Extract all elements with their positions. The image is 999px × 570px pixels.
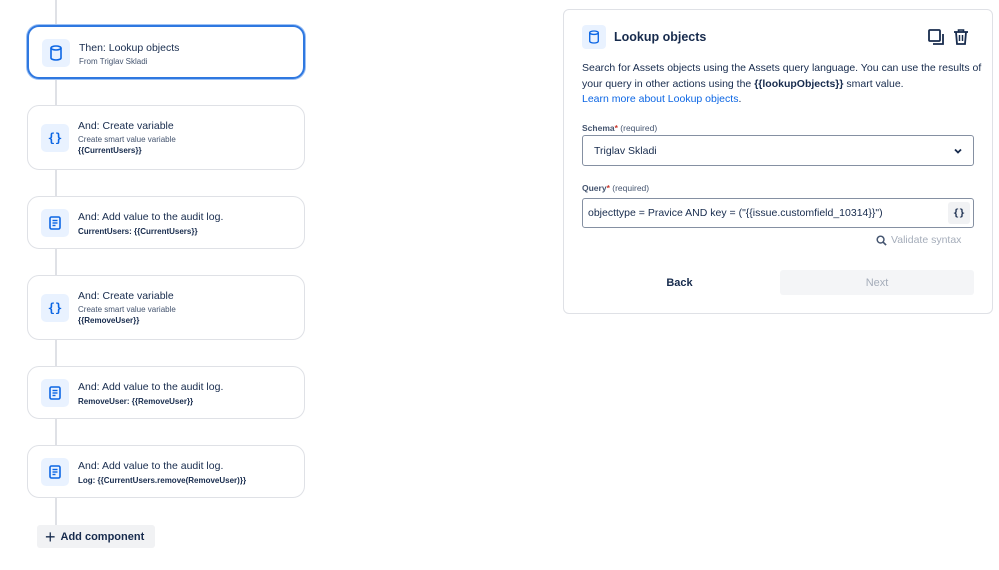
trash-icon[interactable] xyxy=(950,26,972,48)
learn-more-period: . xyxy=(738,93,742,105)
flow-card-audit-log-remove-result[interactable]: And: Add value to the audit log. Log: {{… xyxy=(27,445,305,498)
required-text: (required) xyxy=(620,123,658,133)
smart-value-name: {{lookupObjects}} xyxy=(754,77,844,90)
schema-selected-value: Triglav Skladi xyxy=(594,144,657,157)
card-title: And: Create variable xyxy=(78,290,174,302)
schema-select[interactable]: Triglav Skladi xyxy=(582,135,974,166)
database-icon xyxy=(42,39,70,67)
card-title: And: Add value to the audit log. xyxy=(78,460,224,472)
card-subtitle: Create smart value variable xyxy=(78,305,176,314)
description-text-end: smart value. xyxy=(843,77,904,90)
card-detail: {{CurrentUsers}} xyxy=(78,146,142,155)
add-component-button[interactable]: + Add component xyxy=(37,525,155,548)
audit-log-icon xyxy=(41,458,69,486)
audit-log-icon xyxy=(41,379,69,407)
card-title: Then: Lookup objects xyxy=(79,42,180,54)
required-asterisk: * xyxy=(614,123,618,133)
panel-description: Search for Assets objects using the Asse… xyxy=(582,61,982,108)
card-detail: {{RemoveUser}} xyxy=(78,316,140,325)
schema-label-text: Schema xyxy=(582,123,615,133)
query-input[interactable]: objecttype = Pravice AND key = ("{{issue… xyxy=(582,198,974,228)
audit-log-icon xyxy=(41,209,69,237)
card-detail: CurrentUsers: {{CurrentUsers}} xyxy=(78,227,198,236)
braces-icon: {} xyxy=(41,124,69,152)
learn-more-link[interactable]: Learn more about Lookup objects xyxy=(582,93,738,105)
lookup-objects-panel: Lookup objects Search for Assets objects… xyxy=(563,9,993,314)
insert-smart-value-button[interactable]: {} xyxy=(948,202,970,224)
flow-card-create-variable-current-users[interactable]: {} And: Create variable Create smart val… xyxy=(27,105,305,170)
add-component-label: Add component xyxy=(60,530,145,543)
card-detail: RemoveUser: {{RemoveUser}} xyxy=(78,397,194,406)
chevron-down-icon xyxy=(952,145,964,160)
card-subtitle: Create smart value variable xyxy=(78,135,176,144)
flow-card-audit-log-current-users[interactable]: And: Add value to the audit log. Current… xyxy=(27,196,305,249)
schema-label: Schema* (required) xyxy=(582,123,657,133)
database-icon xyxy=(582,25,606,49)
flow-card-lookup-objects[interactable]: Then: Lookup objects From Triglav Skladi xyxy=(27,25,305,79)
back-button[interactable]: Back xyxy=(582,270,777,295)
next-button[interactable]: Next xyxy=(780,270,974,295)
validate-syntax-label: Validate syntax xyxy=(891,234,962,246)
validate-syntax-button[interactable]: Validate syntax xyxy=(876,234,961,246)
duplicate-icon[interactable] xyxy=(925,26,947,48)
plus-icon: + xyxy=(45,526,56,547)
card-title: And: Add value to the audit log. xyxy=(78,381,224,393)
search-icon xyxy=(876,234,887,246)
card-detail: Log: {{CurrentUsers.remove(RemoveUser)}} xyxy=(78,476,247,485)
flow-card-create-variable-remove-user[interactable]: {} And: Create variable Create smart val… xyxy=(27,275,305,340)
card-title: And: Add value to the audit log. xyxy=(78,211,224,223)
card-title: And: Create variable xyxy=(78,120,174,132)
query-input-value: objecttype = Pravice AND key = ("{{issue… xyxy=(588,207,883,219)
required-asterisk: * xyxy=(606,183,610,193)
panel-title: Lookup objects xyxy=(614,30,707,44)
query-label: Query* (required) xyxy=(582,183,649,193)
required-text: (required) xyxy=(612,183,650,193)
braces-icon: {} xyxy=(41,294,69,322)
query-label-text: Query xyxy=(582,183,607,193)
flow-card-audit-log-remove-user[interactable]: And: Add value to the audit log. RemoveU… xyxy=(27,366,305,419)
card-subtitle: From Triglav Skladi xyxy=(79,57,148,66)
